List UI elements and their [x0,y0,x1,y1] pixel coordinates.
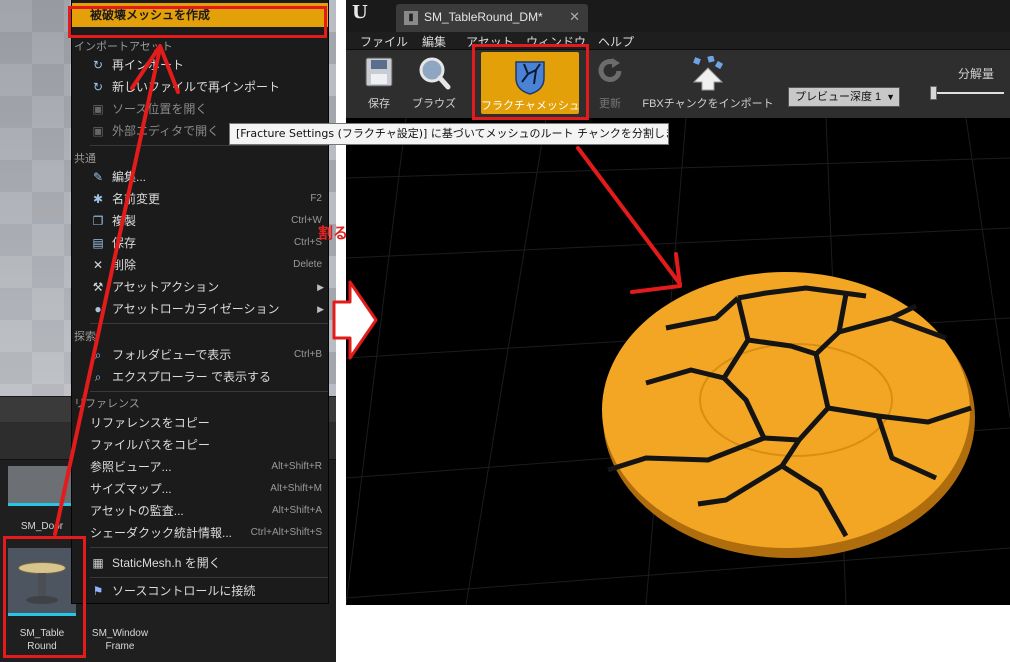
delete-x-icon: ✕ [92,258,104,272]
mesh-preview-viewport[interactable] [346,117,1010,605]
annotation-box-create-destructible [68,6,327,38]
magnifier-icon [419,57,451,90]
menu-help[interactable]: ヘルプ [598,33,634,50]
menu-item-asset-audit[interactable]: アセットの監査... Alt+Shift+A [72,500,328,522]
search-icon: ⌕ [94,370,102,384]
unreal-logo-icon: U [352,2,368,23]
menu-item-duplicate[interactable]: ❐ 複製 Ctrl+W [72,210,328,232]
menu-divider [90,577,328,578]
editor-title-bar: U ▮ SM_TableRound_DM* ✕ [346,0,1010,32]
menu-item-show-in-folder-view[interactable]: ⌕ フォルダビューで表示 Ctrl+B [72,344,328,366]
menu-item-asset-localization[interactable]: ● アセットローカライゼーション ▶ [72,298,328,320]
reimport-icon: ↻ [92,80,104,94]
menu-divider [90,323,328,324]
section-header-references: リファレンス [74,398,140,410]
reimport-icon: ↻ [92,58,104,72]
menu-item-asset-actions[interactable]: ⚒ アセットアクション ▶ [72,276,328,298]
editor-toolbar: 保存 ブラウズ フラクチャメッシュ 更新 FBXチャンクをインポート プレビュー… [346,50,1010,118]
explode-amount-slider-handle[interactable] [930,86,937,100]
menu-item-reference-viewer[interactable]: 参照ビューア... Alt+Shift+R [72,456,328,478]
menu-item-delete[interactable]: ✕ 削除 Delete [72,254,328,276]
editor-menu-bar: ファイル 編集 アセット ウィンドウ ヘルプ [346,32,1010,50]
menu-item-save[interactable]: ▤ 保存 Ctrl+S [72,232,328,254]
save-icon [365,57,393,87]
menu-file[interactable]: ファイル [360,33,408,50]
menu-item-reimport-new-file[interactable]: ↻ 新しいファイルで再インポート [72,76,328,98]
menu-item-connect-source-control[interactable]: ⚑ ソースコントロールに接続 [72,580,328,602]
annotation-box-fracture-button [472,44,589,120]
menu-edit[interactable]: 編集 [422,33,446,50]
external-editor-icon: ▣ [92,124,104,138]
screenshot-root: SM_Door SM_Table Round SM_Window Frame 被… [0,0,1010,662]
refresh-button[interactable]: 更新 [586,50,634,118]
menu-divider [90,145,328,146]
globe-icon: ● [94,302,102,316]
menu-item-open-source-location[interactable]: ▣ ソース位置を開く [72,98,328,120]
menu-item-rename[interactable]: ✱ 名前変更 F2 [72,188,328,210]
import-fbx-chunks-button[interactable]: FBXチャンクをインポート [638,50,778,118]
menu-item-reimport[interactable]: ↻ 再インポート [72,54,328,76]
preview-depth-dropdown[interactable]: プレビュー深度 1 ▼ [788,87,900,107]
rename-icon: ✱ [92,192,104,206]
duplicate-icon: ❐ [92,214,104,228]
menu-item-open-staticmesh-h[interactable]: ▦ StaticMesh.h を開く [72,552,328,574]
viewport-scene [346,117,1010,605]
explode-amount-label: 分解量 [958,67,995,81]
submenu-arrow-icon: ▶ [317,282,324,292]
fractured-table-mesh [602,272,975,558]
destructible-mesh-editor: U ▮ SM_TableRound_DM* ✕ ファイル 編集 アセット ウィン… [346,0,1010,605]
pencil-icon: ✎ [92,170,104,184]
save-button[interactable]: 保存 [354,50,404,118]
asset-thumbnail-door[interactable] [8,466,76,506]
browse-button[interactable]: ブラウズ [404,50,464,118]
asset-context-menu: 被破壊メッシュを作成 インポートアセット ↻ 再インポート ↻ 新しいファイルで再イ… [71,0,329,604]
menu-item-show-in-explorer[interactable]: ⌕ エクスプローラー で表示する [72,366,328,388]
wrench-icon: ⚒ [92,280,104,294]
menu-item-edit[interactable]: ✎ 編集... [72,166,328,188]
import-arrow-icon [692,56,724,91]
annotation-box-table-asset [3,536,86,658]
close-tab-icon[interactable]: ✕ [569,9,580,25]
refresh-icon [598,58,622,82]
menu-item-copy-reference[interactable]: リファレンスをコピー [72,412,328,434]
save-icon: ▤ [92,236,104,250]
asset-label-window-frame: SM_Window Frame [91,628,149,652]
document-tab[interactable]: ▮ SM_TableRound_DM* ✕ [396,4,588,32]
asset-label-door: SM_Door [20,521,64,532]
menu-item-size-map[interactable]: サイズマップ... Alt+Shift+M [72,478,328,500]
folder-icon: ▣ [92,102,104,116]
viewport-wall [0,0,70,396]
fracture-tooltip: [Fracture Settings (フラクチャ設定)] に基づいてメッシュの… [229,123,669,145]
source-control-icon: ⚑ [92,584,104,598]
mesh-asset-icon: ▮ [404,11,418,25]
menu-divider [90,547,328,548]
submenu-arrow-icon: ▶ [317,304,324,314]
search-icon: ⌕ [94,348,102,362]
menu-item-shader-cook-stats[interactable]: シェーダクック統計情報... Ctrl+Alt+Shift+S [72,522,328,544]
explode-amount-slider[interactable] [934,92,1004,94]
chevron-down-icon: ▼ [886,92,895,102]
menu-item-copy-file-path[interactable]: ファイルパスをコピー [72,434,328,456]
code-file-icon: ▦ [92,556,104,570]
menu-divider [90,391,328,392]
annotation-label-break: 割る [318,224,349,242]
